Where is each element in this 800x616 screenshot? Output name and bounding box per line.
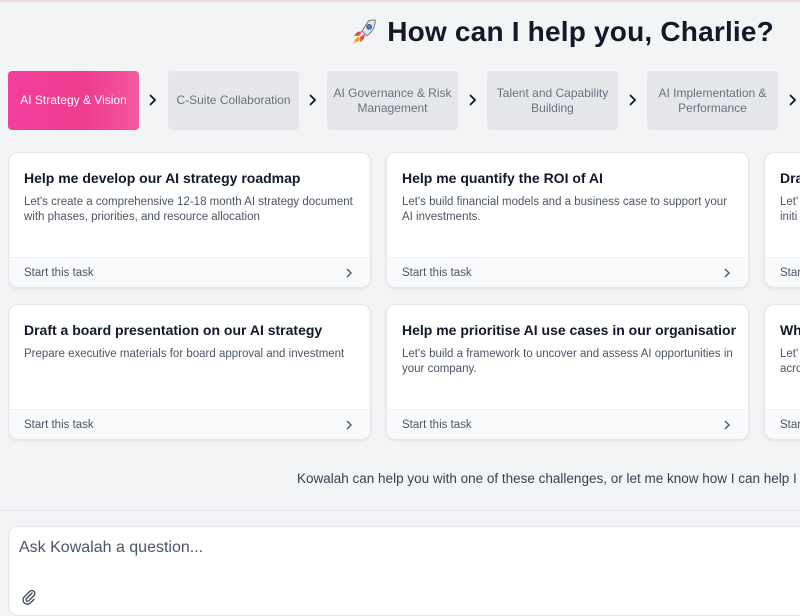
step-label: Talent and Capability Building	[496, 85, 609, 115]
step-label: AI Strategy & Vision	[20, 93, 127, 107]
chevron-right-icon	[466, 93, 480, 107]
chevron-right-icon	[626, 93, 640, 107]
chevron-right-icon	[346, 420, 352, 429]
step-ai-implementation-performance[interactable]: AI Implementation & Performance	[647, 71, 778, 130]
category-stepper: AI Strategy & Vision C-Suite Collaborati…	[8, 71, 800, 131]
chevron-right-icon	[724, 268, 730, 277]
card-description: Let's build financial models and a busin…	[402, 196, 728, 223]
step-ai-strategy-vision[interactable]: AI Strategy & Vision	[8, 71, 139, 130]
card-title: Help me prioritise AI use cases in our o…	[402, 322, 736, 338]
step-talent-capability[interactable]: Talent and Capability Building	[487, 71, 618, 130]
chevron-right-icon	[306, 93, 320, 107]
step-ai-governance-risk[interactable]: AI Governance & Risk Management	[327, 71, 458, 130]
start-task-button[interactable]: Start this task	[387, 257, 748, 287]
card-title: Dra	[780, 170, 800, 186]
card-description: Let's create a comprehensive 12-18 month…	[24, 196, 353, 223]
chevron-right-icon	[346, 268, 352, 277]
top-accent-line	[0, 0, 800, 2]
start-task-label: Start this task	[24, 418, 94, 431]
task-card[interactable]: Draft a board presentation on our AI str…	[8, 304, 371, 440]
start-task-button[interactable]: Star	[765, 257, 800, 287]
start-task-button[interactable]: Start this task	[387, 409, 748, 439]
card-title: Help me quantify the ROI of AI	[402, 170, 603, 186]
step-label: AI Implementation & Performance	[658, 85, 767, 115]
card-title: Help me develop our AI strategy roadmap	[24, 170, 301, 186]
chevron-right-icon	[146, 93, 160, 107]
chat-composer[interactable]	[8, 526, 800, 616]
card-title: Wh	[780, 322, 800, 338]
start-task-label: Start this task	[402, 418, 472, 431]
card-description: Let' acro	[780, 348, 800, 375]
task-card[interactable]: Wh Let' acro Star	[764, 304, 800, 440]
greeting-text: How can I help you, Charlie?	[387, 16, 774, 47]
card-description: Prepare executive materials for board ap…	[24, 348, 345, 360]
chevron-right-icon	[724, 420, 730, 429]
start-task-label: Start this task	[24, 266, 94, 279]
start-task-button[interactable]: Start this task	[9, 257, 370, 287]
card-title: Draft a board presentation on our AI str…	[24, 322, 323, 338]
start-task-label: Star	[780, 418, 800, 431]
start-task-label: Start this task	[402, 266, 472, 279]
start-task-label: Star	[780, 266, 800, 279]
start-task-button[interactable]: Start this task	[9, 409, 370, 439]
page-title: How can I help you, Charlie?	[349, 16, 774, 48]
task-cards-grid: Help me develop our AI strategy roadmap …	[8, 152, 800, 442]
card-description: Let' initi	[780, 196, 799, 223]
task-card[interactable]: Help me develop our AI strategy roadmap …	[8, 152, 371, 288]
step-c-suite-collaboration[interactable]: C-Suite Collaboration	[168, 71, 299, 130]
question-input[interactable]	[19, 537, 779, 559]
task-card[interactable]: Dra Let' initi Star	[764, 152, 800, 288]
step-label: AI Governance & Risk Management	[333, 85, 452, 115]
task-card[interactable]: Help me prioritise AI use cases in our o…	[386, 304, 749, 440]
paperclip-icon[interactable]	[21, 589, 37, 605]
start-task-button[interactable]: Star	[765, 409, 800, 439]
chevron-right-icon	[786, 93, 800, 107]
rocket-icon	[353, 19, 376, 44]
task-card[interactable]: Help me quantify the ROI of AI Let's bui…	[386, 152, 749, 288]
helper-text: Kowalah can help you with one of these c…	[297, 471, 797, 486]
divider	[0, 510, 800, 511]
card-description: Let's build a framework to uncover and a…	[402, 348, 733, 375]
step-label: C-Suite Collaboration	[176, 93, 291, 107]
